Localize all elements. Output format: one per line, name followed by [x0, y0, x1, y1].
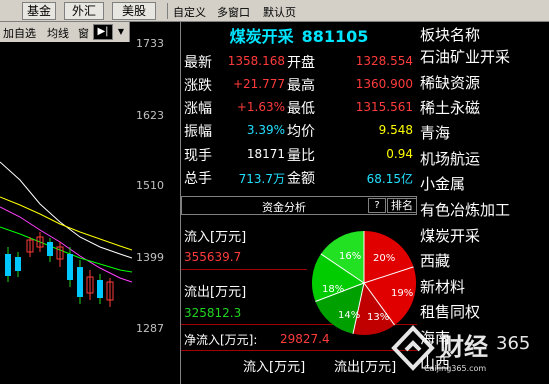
- ma-line-yellow: [0, 196, 132, 251]
- chart-toolbar: 加自选 均线 窗 ▶| ▼: [0, 22, 130, 42]
- sector-list-header: 板块名称: [420, 26, 481, 44]
- sector-list-item[interactable]: 新材料: [420, 276, 465, 297]
- sector-list-item[interactable]: 煤炭开采: [420, 225, 480, 246]
- sector-list-item[interactable]: 稀缺资源: [420, 72, 480, 93]
- arrow-right-icon[interactable]: ▶|: [93, 24, 113, 40]
- price-scale-label: 1510: [136, 179, 164, 192]
- inflow-value: 355639.7: [184, 250, 242, 264]
- quote-value: 1328.554: [355, 54, 413, 68]
- quote-label: 涨幅: [184, 101, 212, 117]
- default-page-button[interactable]: 默认页: [263, 4, 296, 20]
- toolbar-divider: [167, 3, 168, 19]
- pie-label: 18%: [322, 284, 344, 295]
- quote-value: +21.777: [232, 77, 285, 91]
- quote-value: 1358.168: [227, 54, 285, 68]
- quote-label: 最低: [287, 101, 315, 117]
- outflow-label: 流出[万元]: [184, 285, 247, 300]
- watermark-number: 365: [496, 333, 531, 354]
- fund-analysis-tab[interactable]: 资金分析: [262, 199, 306, 215]
- net-inflow-label: 净流入[万元]:: [184, 333, 258, 347]
- price-scale-label: 1399: [136, 251, 164, 264]
- watermark: 财经 365 Caijing365.com: [378, 320, 549, 384]
- sector-list-item[interactable]: 稀土永磁: [420, 97, 480, 118]
- sector-title: 煤炭开采 881105: [181, 23, 417, 47]
- quote-label: 涨跌: [184, 78, 212, 94]
- pie-label: 16%: [339, 251, 361, 262]
- sector-list-item[interactable]: 有色冶炼加工: [420, 199, 510, 220]
- pie-label: 14%: [338, 310, 360, 321]
- quote-value: 9.548: [378, 123, 413, 137]
- watermark-url: Caijing365.com: [424, 364, 487, 373]
- price-scale-label: 1733: [136, 37, 164, 50]
- sector-name: 煤炭开采: [229, 27, 294, 46]
- moving-average-button[interactable]: 均线: [47, 25, 69, 41]
- quote-label: 最高: [287, 78, 315, 94]
- quote-value: 0.94: [386, 147, 413, 161]
- sector-list-item[interactable]: 租售同权: [420, 301, 480, 322]
- quote-label: 均价: [287, 124, 315, 140]
- outflow-value: 325812.3: [184, 306, 242, 320]
- price-scale-label: 1623: [136, 109, 164, 122]
- tab-funds[interactable]: 基金: [22, 2, 56, 20]
- quote-label: 振幅: [184, 124, 212, 140]
- add-watchlist-button[interactable]: 加自选: [3, 25, 36, 41]
- inflow-label: 流入[万元]: [184, 230, 247, 245]
- sector-list-item[interactable]: 机场航运: [420, 148, 480, 169]
- quote-label: 金额: [287, 171, 315, 187]
- quote-value: 1315.561: [355, 100, 413, 114]
- window-button[interactable]: 窗: [78, 25, 89, 41]
- sector-list-item[interactable]: 青海: [420, 122, 450, 143]
- quote-value: +1.63%: [236, 100, 285, 114]
- quote-value: 713.7万: [238, 172, 285, 186]
- top-toolbar: 基金 外汇 美股 自定义 多窗口 默认页: [0, 0, 549, 22]
- sector-code: 881105: [301, 27, 369, 46]
- column-header-inflow: 流入[万元]: [243, 360, 306, 375]
- divider: [181, 269, 307, 270]
- candlestick-group: [5, 232, 114, 307]
- quote-label: 现手: [184, 148, 212, 164]
- pie-label: 20%: [373, 253, 395, 264]
- tab-forex[interactable]: 外汇: [64, 2, 104, 20]
- help-button[interactable]: ?: [368, 198, 386, 213]
- sector-list-item[interactable]: 石油矿业开采: [420, 46, 510, 67]
- sector-list-item[interactable]: 西藏: [420, 250, 450, 271]
- quote-value: 3.39%: [246, 123, 285, 137]
- quote-label: 量比: [287, 148, 315, 164]
- quote-label: 总手: [184, 171, 212, 187]
- rank-button[interactable]: 排名: [387, 198, 417, 213]
- quote-value: 18171: [246, 147, 285, 161]
- quote-label: 最新: [184, 55, 212, 71]
- price-scale-label: 1287: [136, 322, 164, 335]
- chevron-down-icon[interactable]: ▼: [115, 26, 127, 38]
- multi-window-button[interactable]: 多窗口: [217, 4, 250, 20]
- quote-value: 1360.900: [355, 77, 413, 91]
- tab-us-stocks[interactable]: 美股: [112, 2, 156, 20]
- sector-list-item[interactable]: 小金属: [420, 173, 465, 194]
- kline-chart[interactable]: [0, 42, 132, 384]
- pie-label: 19%: [391, 288, 413, 299]
- watermark-text: 财经: [440, 333, 488, 361]
- fund-analysis-bar: 资金分析 ? 排名: [181, 196, 417, 215]
- quote-label: 开盘: [287, 55, 315, 71]
- quote-value: 68.15亿: [366, 172, 413, 186]
- custom-button[interactable]: 自定义: [173, 4, 206, 20]
